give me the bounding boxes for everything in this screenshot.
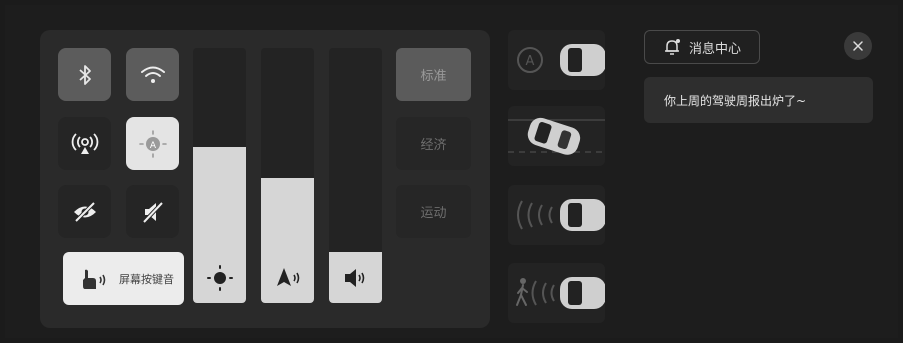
svg-text:A: A bbox=[526, 54, 535, 69]
pedestrian-car-icon bbox=[516, 277, 605, 309]
control-panel: A 屏幕按键音 标准 经济 运动 bbox=[40, 30, 490, 328]
auto-hold-car-icon: A bbox=[517, 44, 605, 76]
lane-assist-card[interactable] bbox=[508, 106, 605, 166]
drive-mode-eco[interactable]: 经济 bbox=[396, 117, 471, 170]
privacy-toggle[interactable] bbox=[58, 185, 111, 238]
sun-icon bbox=[206, 265, 233, 291]
pedestrian-alert-card[interactable] bbox=[508, 263, 605, 323]
auto-brightness-toggle[interactable]: A bbox=[126, 117, 179, 170]
hotspot-icon bbox=[71, 132, 98, 154]
auto-hold-card[interactable]: A bbox=[508, 30, 605, 90]
speaker-icon bbox=[344, 269, 364, 287]
navigation-volume-slider[interactable] bbox=[261, 48, 314, 303]
drive-mode-standard[interactable]: 标准 bbox=[396, 48, 471, 101]
screen-key-sound-label: 屏幕按键音 bbox=[119, 272, 174, 286]
wifi-icon bbox=[140, 66, 165, 83]
notification-text: 你上周的驾驶周报出炉了~ bbox=[664, 93, 807, 108]
radar-car-icon bbox=[517, 199, 605, 231]
brightness-slider[interactable] bbox=[193, 48, 246, 303]
parking-radar-card[interactable] bbox=[508, 185, 605, 245]
svg-text:A: A bbox=[149, 141, 156, 151]
screen-key-sound-button[interactable]: 屏幕按键音 bbox=[63, 252, 184, 305]
screen: A 屏幕按键音 标准 经济 运动 A 消息中心 你上周的驾驶周报出炉了~ bbox=[5, 5, 898, 338]
eye-off-icon bbox=[73, 201, 96, 222]
message-center-button[interactable]: 消息中心 bbox=[644, 30, 760, 64]
notification-item[interactable]: 你上周的驾驶周报出炉了~ bbox=[644, 77, 873, 123]
wifi-toggle[interactable] bbox=[126, 48, 179, 101]
bluetooth-toggle[interactable] bbox=[58, 48, 111, 101]
close-icon bbox=[853, 41, 863, 51]
lane-car-icon bbox=[508, 117, 605, 155]
drive-mode-sport[interactable]: 运动 bbox=[396, 185, 471, 238]
close-button[interactable] bbox=[844, 32, 872, 60]
navigation-volume-icon bbox=[276, 268, 299, 286]
media-volume-slider[interactable] bbox=[329, 48, 382, 303]
message-center-label: 消息中心 bbox=[688, 41, 741, 57]
mute-icon bbox=[142, 201, 163, 223]
bluetooth-icon bbox=[78, 64, 91, 85]
mute-toggle[interactable] bbox=[126, 185, 179, 238]
hotspot-toggle[interactable] bbox=[58, 117, 111, 170]
bell-icon bbox=[664, 39, 680, 55]
auto-brightness-icon: A bbox=[138, 129, 167, 158]
touch-sound-icon bbox=[83, 269, 106, 289]
